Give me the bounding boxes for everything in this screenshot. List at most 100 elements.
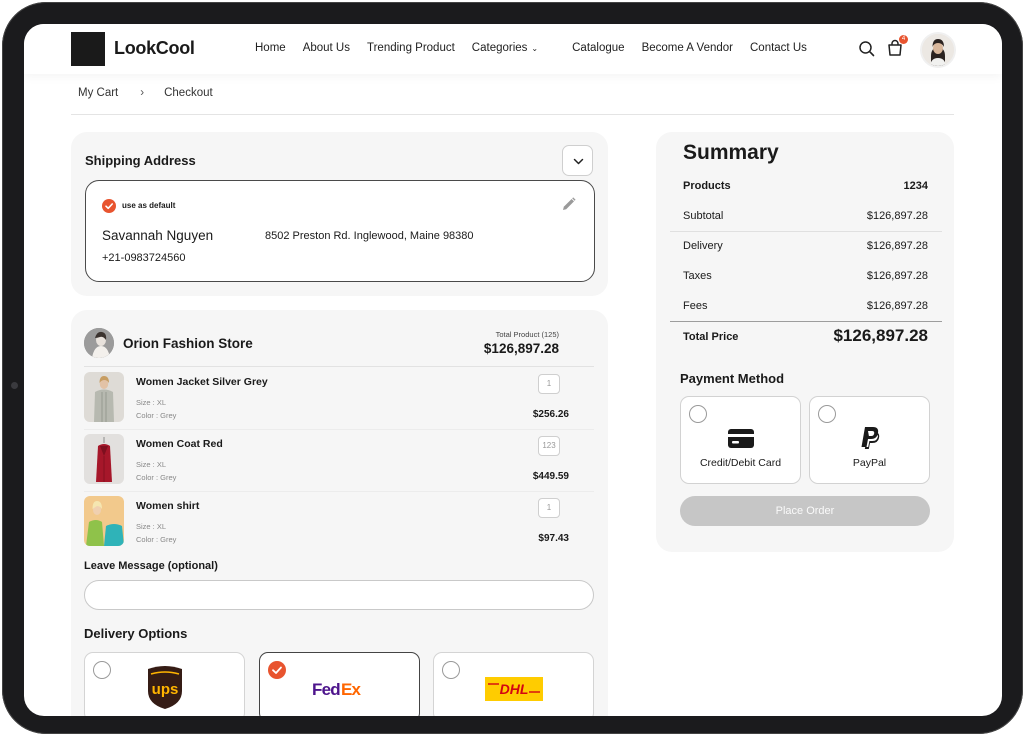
product-price: $449.59 xyxy=(532,471,569,482)
subtotal-value: $126,897.28 xyxy=(866,210,928,222)
product-size: Size : XL xyxy=(136,522,167,531)
shipping-address-title: Shipping Address xyxy=(85,153,196,168)
nav-categories[interactable]: Categories ⌄ xyxy=(472,42,555,54)
payment-option-label: Credit/Debit Card xyxy=(699,457,782,469)
delivery-value: $126,897.28 xyxy=(866,240,928,252)
nav-become-a-vendor[interactable]: Become A Vendor xyxy=(642,42,733,54)
quantity-input[interactable]: 1 xyxy=(538,374,560,394)
shipping-address-panel: Shipping Address use as default Savannah… xyxy=(71,132,608,296)
check-circle-icon[interactable] xyxy=(102,199,116,213)
main-nav: Home About Us Trending Product Categorie… xyxy=(255,42,824,54)
cart-item: Women shirt Size : XL Color : Grey 1 $97… xyxy=(84,492,594,554)
brand-name[interactable]: LookCool xyxy=(114,38,195,59)
breadcrumb-divider xyxy=(71,114,954,115)
cart-count-badge: 4 xyxy=(899,35,908,44)
store-avatar xyxy=(84,328,114,358)
nav-categories-label: Categories xyxy=(471,42,528,54)
fedex-logo-icon: Fed Ex xyxy=(312,680,362,699)
fees-label: Fees xyxy=(683,300,708,312)
product-image xyxy=(84,372,124,422)
credit-card-icon xyxy=(728,429,754,448)
store-total-price: $126,897.28 xyxy=(483,341,559,356)
quantity-input[interactable]: 123 xyxy=(538,436,560,456)
user-avatar[interactable] xyxy=(922,34,954,66)
nav-trending-product[interactable]: Trending Product xyxy=(367,42,455,54)
breadcrumb: My Cart › Checkout xyxy=(78,87,213,99)
product-image xyxy=(84,496,124,546)
svg-text:Ex: Ex xyxy=(341,680,362,699)
edit-pencil-icon[interactable] xyxy=(560,196,577,213)
message-input[interactable] xyxy=(84,580,594,610)
radio-button-checked[interactable] xyxy=(268,661,286,679)
summary-taxes-row: Taxes $126,897.28 xyxy=(683,270,928,284)
cart-item: Women Coat Red Size : XL Color : Grey 12… xyxy=(84,430,594,492)
cart-item: Women Jacket Silver Grey Size : XL Color… xyxy=(84,368,594,430)
payment-option-card[interactable]: Credit/Debit Card xyxy=(680,396,801,484)
delivery-option-dhl[interactable]: DHL xyxy=(433,652,594,716)
nav-home[interactable]: Home xyxy=(255,42,286,54)
product-image xyxy=(84,434,124,484)
radio-button[interactable] xyxy=(93,661,111,679)
screen: LookCool Home About Us Trending Product … xyxy=(24,24,1002,716)
payment-method-title: Payment Method xyxy=(680,371,785,386)
store-divider xyxy=(84,366,594,367)
delivery-option-fedex[interactable]: Fed Ex xyxy=(259,652,420,716)
summary-products-row: Products 1234 xyxy=(683,180,928,194)
product-size: Size : XL xyxy=(136,460,167,469)
products-value: 1234 xyxy=(903,180,928,192)
total-price-value: $126,897.28 xyxy=(833,326,928,345)
fees-value: $126,897.28 xyxy=(866,300,928,312)
ups-logo-icon: ups xyxy=(148,666,182,709)
search-icon[interactable] xyxy=(858,40,875,57)
summary-delivery-row: Delivery $126,897.28 xyxy=(683,240,928,254)
summary-panel: Summary Products 1234 Subtotal $126,897.… xyxy=(656,132,954,552)
svg-text:ups: ups xyxy=(152,681,179,698)
product-color: Color : Grey xyxy=(136,411,177,420)
summary-divider xyxy=(670,231,942,232)
product-size: Size : XL xyxy=(136,398,167,407)
store-name[interactable]: Orion Fashion Store xyxy=(123,336,253,351)
red-coat-product-image xyxy=(84,434,124,484)
dhl-logo-icon: DHL xyxy=(485,677,543,701)
use-as-default-label: use as default xyxy=(122,201,176,210)
breadcrumb-checkout: Checkout xyxy=(164,87,213,99)
top-header: LookCool Home About Us Trending Product … xyxy=(24,24,1002,74)
logo-icon[interactable] xyxy=(71,32,105,66)
shipping-expand-button[interactable] xyxy=(562,145,593,176)
subtotal-label: Subtotal xyxy=(683,210,724,222)
camera-dot xyxy=(11,382,18,389)
place-order-button[interactable]: Place Order xyxy=(680,496,930,526)
product-color: Color : Grey xyxy=(136,535,177,544)
product-name[interactable]: Women Jacket Silver Grey xyxy=(136,376,268,388)
product-color: Color : Grey xyxy=(136,473,177,482)
jacket-product-image xyxy=(84,372,124,422)
product-name[interactable]: Women shirt xyxy=(136,500,199,512)
delivery-option-ups[interactable]: ups xyxy=(84,652,245,716)
svg-text:DHL: DHL xyxy=(500,681,529,697)
chevron-down-icon xyxy=(573,158,584,165)
taxes-value: $126,897.28 xyxy=(866,270,928,282)
breadcrumb-my-cart[interactable]: My Cart xyxy=(78,87,118,99)
radio-button[interactable] xyxy=(818,405,836,423)
radio-button[interactable] xyxy=(442,661,460,679)
product-name[interactable]: Women Coat Red xyxy=(136,438,223,450)
tablet-frame: LookCool Home About Us Trending Product … xyxy=(2,2,1023,734)
nav-catalogue[interactable]: Catalogue xyxy=(572,42,624,54)
taxes-label: Taxes xyxy=(683,270,712,282)
shirt-product-image xyxy=(84,496,124,546)
radio-button[interactable] xyxy=(689,405,707,423)
product-price: $256.26 xyxy=(532,409,569,420)
store-order-panel: Orion Fashion Store Total Product (125) … xyxy=(71,310,608,716)
quantity-input[interactable]: 1 xyxy=(538,498,560,518)
user-portrait-image xyxy=(922,34,954,66)
payment-option-paypal[interactable]: PayPal xyxy=(809,396,930,484)
chevron-down-icon: ⌄ xyxy=(531,44,539,53)
svg-text:Fed: Fed xyxy=(312,680,340,699)
summary-fees-row: Fees $126,897.28 xyxy=(683,300,928,314)
leave-message-label: Leave Message (optional) xyxy=(84,560,218,572)
summary-subtotal-row: Subtotal $126,897.28 xyxy=(683,210,928,224)
nav-about-us[interactable]: About Us xyxy=(303,42,350,54)
address-card[interactable]: use as default Savannah Nguyen 8502 Pres… xyxy=(85,180,595,282)
nav-contact-us[interactable]: Contact Us xyxy=(750,42,807,54)
products-label: Products xyxy=(683,180,731,192)
